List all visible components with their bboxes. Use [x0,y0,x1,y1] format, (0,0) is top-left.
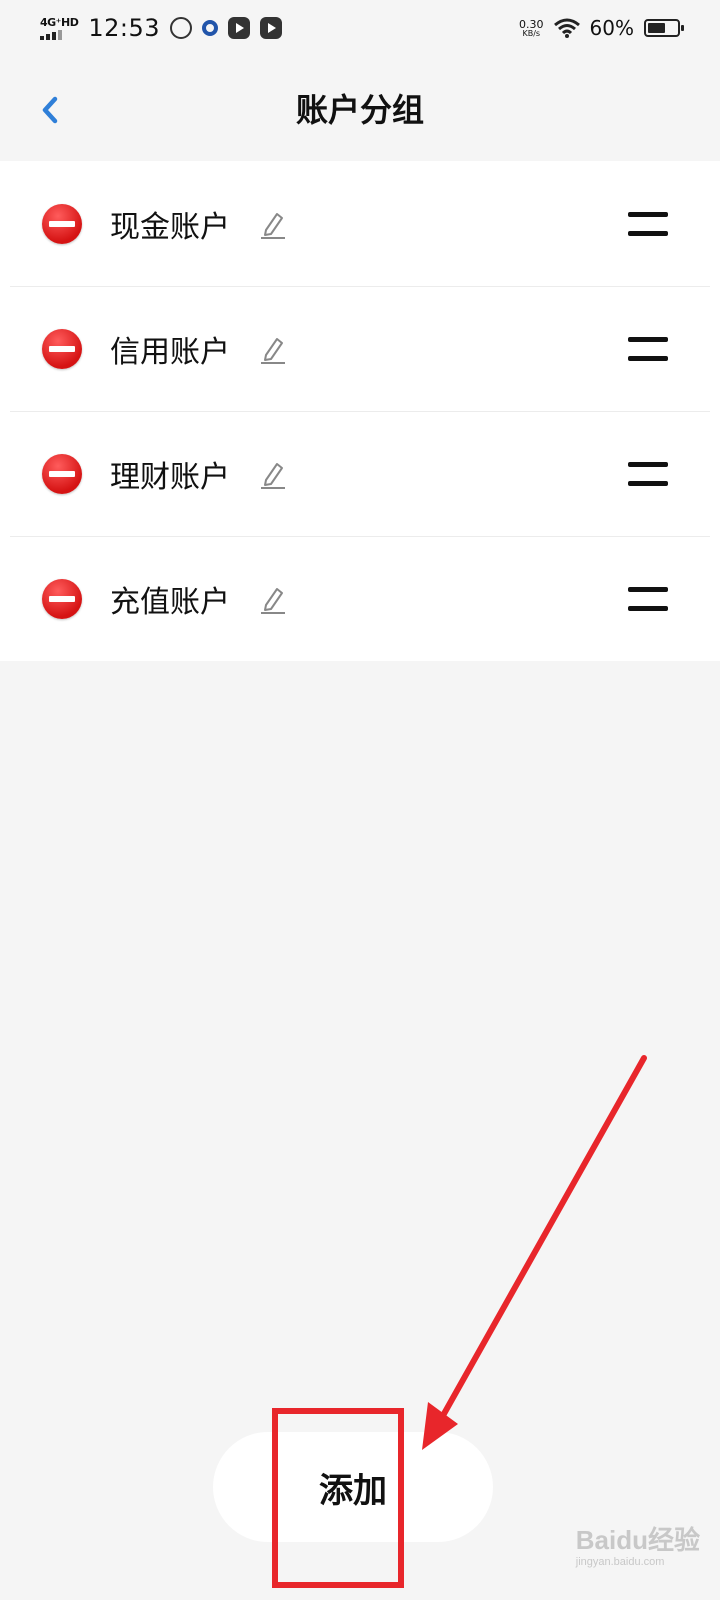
status-bar-left: 4G⁺HD 12:53 [40,14,282,42]
status-bar: 4G⁺HD 12:53 0.30 KB/s 60% [0,0,720,56]
page-title: 账户分组 [295,91,424,129]
watermark-logo: Baidu经验 jingyan.baidu.com [576,1527,700,1568]
minus-icon [49,470,75,477]
account-group-name: 现金账户 [110,209,230,245]
network-speed-unit: KB/s [522,28,541,38]
app-header: 账户分组 [0,56,720,160]
status-bar-right: 0.30 KB/s 60% [519,16,684,40]
media-play-icon-2 [260,17,282,39]
delete-button[interactable] [42,453,82,494]
battery-fill [648,23,665,33]
list-item: 信用账户 [0,286,720,411]
minus-icon [49,595,75,602]
delete-button[interactable] [42,328,82,369]
network-label: 4G⁺HD [40,15,79,29]
drag-handle-icon[interactable] [628,586,668,611]
battery-percent: 60% [589,16,634,40]
status-time: 12:53 [88,14,160,42]
signal-icon [40,29,62,40]
delete-button[interactable] [42,578,82,619]
annotation-highlight-box [272,1408,404,1588]
wifi-icon [553,18,580,38]
pencil-edit-icon[interactable] [258,458,288,490]
battery-icon [644,19,684,37]
network-speed: 0.30 KB/s [519,19,544,38]
minus-icon [49,220,75,227]
pencil-edit-icon[interactable] [258,208,288,240]
notification-dot-icon [202,20,218,36]
network-indicator: 4G⁺HD [40,15,79,40]
list-item: 理财账户 [0,411,720,536]
pencil-edit-icon[interactable] [258,333,288,365]
drag-handle-icon[interactable] [628,336,668,361]
drag-handle-icon[interactable] [628,461,668,486]
account-group-name: 信用账户 [110,334,230,370]
watermark-text: Baidu经验 [575,1525,700,1555]
notification-app-icon [170,17,192,39]
list-item: 充值账户 [0,536,720,661]
account-group-name: 充值账户 [110,584,230,620]
minus-icon [49,345,75,352]
chevron-left-icon [42,96,58,124]
watermark-subtext: jingyan.baidu.com [575,1556,665,1568]
network-speed-value: 0.30 [519,17,544,31]
drag-handle-icon[interactable] [628,211,668,236]
media-play-icon [228,17,250,39]
account-group-list: 现金账户 信用账户 理财账户 充值账户 [0,161,720,661]
account-group-name: 理财账户 [110,459,230,495]
delete-button[interactable] [42,203,82,244]
list-item: 现金账户 [0,161,720,286]
back-button[interactable] [28,88,72,132]
pencil-edit-icon[interactable] [258,583,288,615]
